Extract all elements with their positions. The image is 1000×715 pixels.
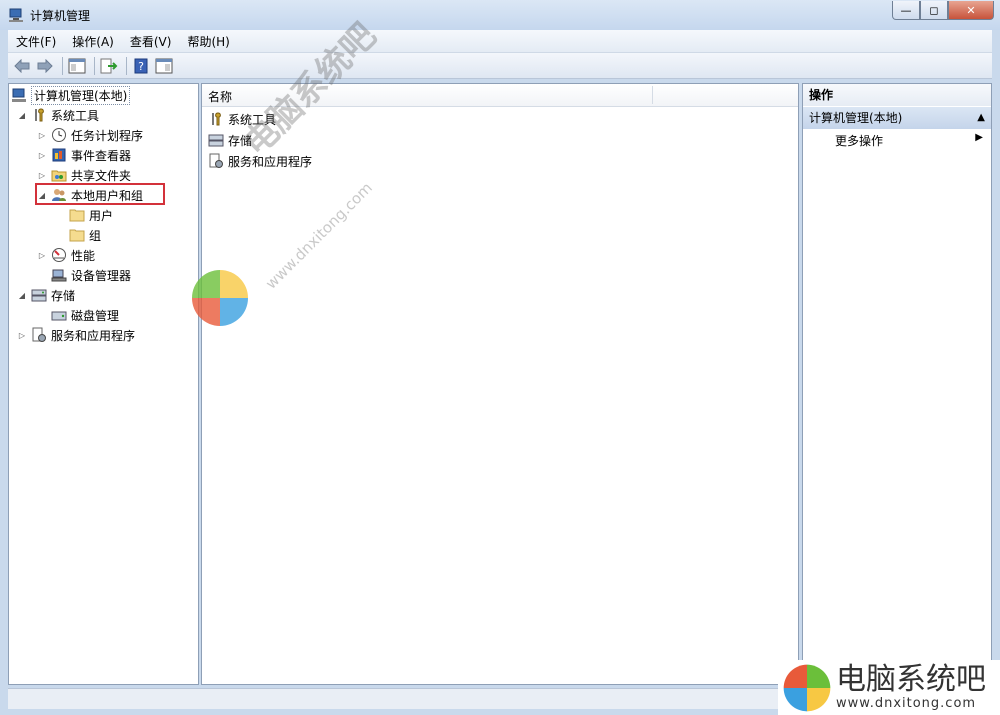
tree-label: 任务计划程序 [71, 128, 144, 143]
actions-pane: 操作 计算机管理(本地) ▲ 更多操作 ▶ [802, 83, 992, 685]
services-icon [31, 327, 47, 343]
tree-item-groups[interactable]: 组 [69, 225, 101, 245]
export-list-icon [100, 58, 118, 73]
performance-icon [51, 247, 67, 263]
corner-watermark: 电脑系统吧 www.dnxitong.com [778, 660, 1000, 715]
tools-icon [31, 107, 47, 123]
tree-item-shared-folders[interactable]: ▷ 共享文件夹 [37, 165, 131, 185]
toolbar-separator [62, 56, 63, 75]
storage-icon [208, 132, 224, 148]
collapsed-arrow-icon[interactable]: ▷ [37, 131, 47, 140]
console-tree-icon [68, 58, 86, 73]
tree-label: 服务和应用程序 [51, 328, 136, 343]
svg-text:?: ? [138, 60, 144, 73]
maximize-icon: ◻ [929, 3, 939, 17]
tree-label: 用户 [89, 208, 114, 223]
tree-item-storage[interactable]: ◢ 存储 [17, 285, 75, 305]
computer-management-icon [11, 87, 27, 103]
column-header-name[interactable]: 名称 [208, 88, 232, 105]
toolbar-separator [94, 56, 95, 75]
help-icon: ? [134, 58, 148, 73]
actions-section-header[interactable]: 计算机管理(本地) ▲ [803, 107, 991, 129]
expanded-arrow-icon[interactable]: ◢ [17, 291, 27, 300]
storage-icon [31, 287, 47, 303]
tree-item-root[interactable]: 计算机管理(本地) [11, 85, 131, 105]
submenu-arrow-icon: ▶ [975, 132, 983, 143]
actions-header: 操作 [803, 84, 991, 106]
corner-watermark-url: www.dnxitong.com [836, 696, 977, 711]
menu-file[interactable]: 文件(F) [8, 33, 64, 50]
event-viewer-icon [51, 147, 67, 163]
computer-management-icon [9, 8, 23, 22]
column-divider[interactable] [652, 86, 653, 104]
minimize-icon: — [900, 3, 912, 17]
tree-item-users[interactable]: 用户 [69, 205, 113, 225]
tree-label: 系统工具 [51, 108, 100, 123]
tree-item-device-manager[interactable]: 设备管理器 [51, 265, 131, 285]
shared-folder-icon [51, 167, 67, 183]
menu-bar: 文件(F) 操作(A) 查看(V) 帮助(H) [8, 30, 992, 53]
corner-watermark-text: 电脑系统吧 [836, 662, 986, 697]
tree-label: 存储 [51, 288, 76, 303]
clock-icon [51, 127, 67, 143]
disk-icon [51, 307, 67, 323]
expanded-arrow-icon[interactable]: ◢ [17, 111, 27, 120]
menu-view[interactable]: 查看(V) [122, 33, 180, 50]
menu-action[interactable]: 操作(A) [64, 33, 122, 50]
show-hide-tree-button[interactable] [67, 56, 87, 76]
tree-item-event-viewer[interactable]: ▷ 事件查看器 [37, 145, 131, 165]
highlight-box [35, 183, 165, 205]
forward-button[interactable] [35, 56, 55, 76]
more-actions-item[interactable]: 更多操作 [835, 132, 883, 149]
tree-item-task-scheduler[interactable]: ▷ 任务计划程序 [37, 125, 143, 145]
title-bar: 计算机管理 — ◻ ✕ [0, 0, 1000, 30]
collapsed-arrow-icon[interactable]: ▷ [37, 251, 47, 260]
corner-logo [783, 664, 831, 711]
window-title: 计算机管理 [30, 9, 91, 23]
list-pane: 名称 系统工具 存储 服务和应用程序 [201, 83, 799, 685]
tree-item-system-tools[interactable]: ◢ 系统工具 [17, 105, 99, 125]
back-button[interactable] [12, 56, 32, 76]
tree-label: 计算机管理(本地) [31, 85, 131, 105]
show-hide-action-pane-button[interactable] [154, 56, 174, 76]
collapsed-arrow-icon[interactable]: ▷ [17, 331, 27, 340]
console-tree: 计算机管理(本地) ◢ 系统工具 ▷ 任务计划程序 ▷ 事件查看器 ▷ 共享文件… [8, 83, 199, 685]
tree-item-performance[interactable]: ▷ 性能 [37, 245, 95, 265]
services-icon [208, 153, 224, 169]
forward-arrow-icon [37, 58, 53, 73]
toolbar-separator [126, 56, 127, 75]
tools-icon [208, 111, 224, 127]
collapsed-arrow-icon[interactable]: ▷ [37, 151, 47, 160]
folder-icon [69, 227, 85, 243]
tree-label: 性能 [71, 248, 96, 263]
tree-item-services-apps[interactable]: ▷ 服务和应用程序 [17, 325, 135, 345]
actions-section-label: 计算机管理(本地) [809, 111, 903, 125]
help-button[interactable]: ? [131, 56, 151, 76]
tree-label: 磁盘管理 [71, 308, 120, 323]
toolbar: ? [8, 53, 992, 79]
export-list-button[interactable] [99, 56, 119, 76]
watermark-logo [192, 270, 248, 326]
tree-label: 设备管理器 [71, 268, 132, 283]
menu-help[interactable]: 帮助(H) [179, 33, 237, 50]
tree-item-disk-management[interactable]: 磁盘管理 [51, 305, 119, 325]
collapsed-arrow-icon[interactable]: ▷ [37, 171, 47, 180]
tree-label: 组 [89, 228, 102, 243]
minimize-button[interactable]: — [892, 1, 920, 20]
maximize-button[interactable]: ◻ [920, 1, 948, 20]
device-manager-icon [51, 267, 67, 283]
folder-icon [69, 207, 85, 223]
collapse-up-icon[interactable]: ▲ [977, 107, 985, 129]
back-arrow-icon [14, 58, 30, 73]
action-pane-icon [155, 58, 173, 73]
close-button[interactable]: ✕ [948, 1, 994, 20]
close-icon: ✕ [966, 3, 976, 17]
tree-label: 共享文件夹 [71, 168, 132, 183]
tree-label: 事件查看器 [71, 148, 132, 163]
